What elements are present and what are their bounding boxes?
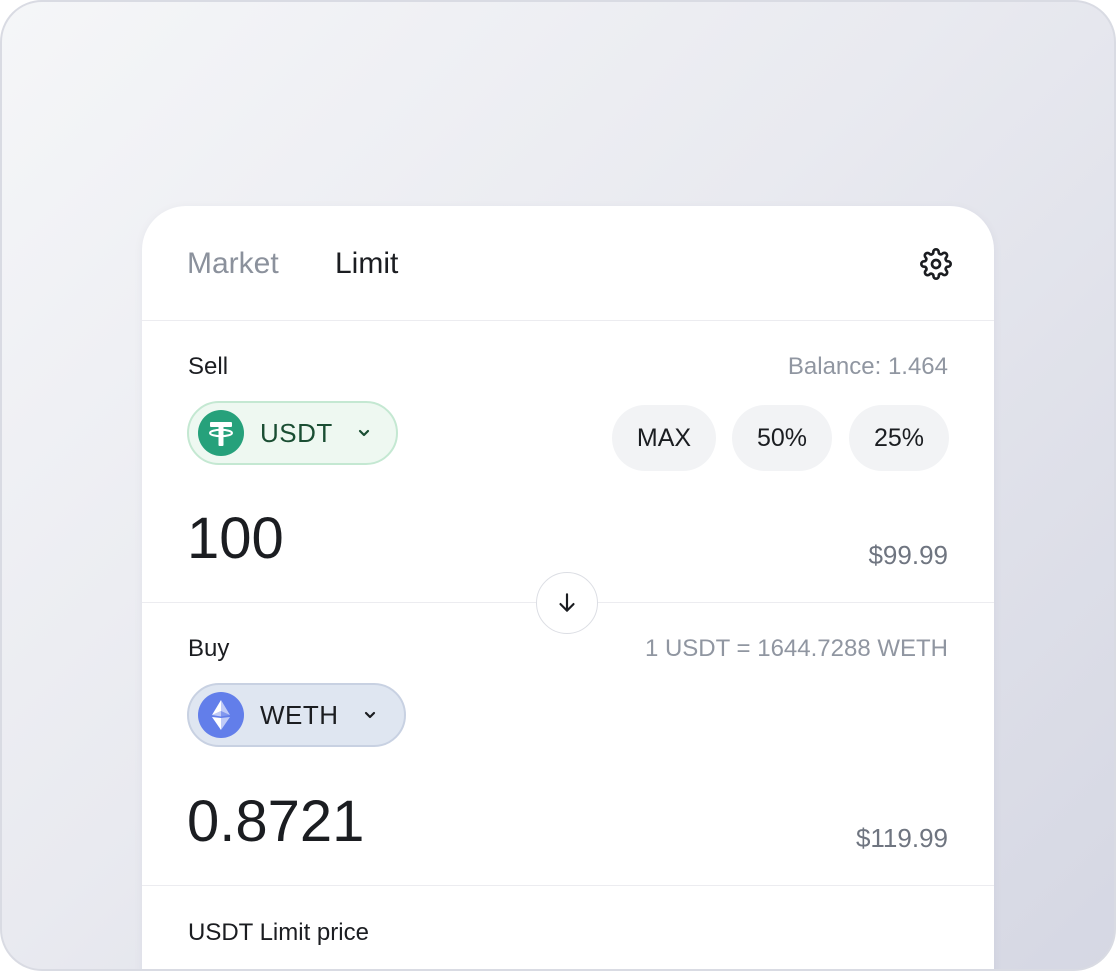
buy-amount-output[interactable]: 0.8721 [187,789,364,855]
sell-amount-input[interactable]: 100 [187,506,284,572]
sell-label: Sell [188,353,229,380]
buy-token-symbol: WETH [260,699,339,730]
chevron-down-icon [364,711,375,719]
swap-direction-button[interactable] [536,572,598,634]
app-frame: Market Limit Sell Balance: 1.464 USDT MA… [0,0,1116,971]
buy-label: Buy [188,635,230,662]
exchange-rate: 1 USDT = 1644.7288 WETH [644,635,948,662]
tab-limit[interactable]: Limit [335,244,398,284]
limit-price-label: USDT Limit price [188,919,369,946]
gear-icon[interactable] [920,248,952,280]
sell-balance: Balance: 1.464 [787,353,948,380]
buy-token-selector[interactable]: WETH [187,683,406,747]
buy-section: Buy 1 USDT = 1644.7288 WETH WETH 0.8721 [142,603,994,886]
swap-card: Market Limit Sell Balance: 1.464 USDT MA… [142,206,994,969]
sell-token-symbol: USDT [260,417,333,448]
arrow-down-icon [559,593,575,612]
limit-section: USDT Limit price [142,886,994,969]
twenty-five-percent-button[interactable]: 25% [849,405,949,471]
buy-usd-value: $119.99 [855,823,948,853]
sell-usd-value: $99.99 [868,540,948,570]
card-header: Market Limit [142,206,994,321]
tether-icon [198,410,244,456]
fifty-percent-button[interactable]: 50% [732,405,832,471]
sell-section: Sell Balance: 1.464 USDT MAX 50% 25% 100… [142,321,994,603]
chevron-down-icon [358,429,369,437]
ethereum-icon [198,692,244,738]
max-button[interactable]: MAX [612,405,716,471]
sell-token-selector[interactable]: USDT [187,401,398,465]
tab-market[interactable]: Market [187,244,279,284]
